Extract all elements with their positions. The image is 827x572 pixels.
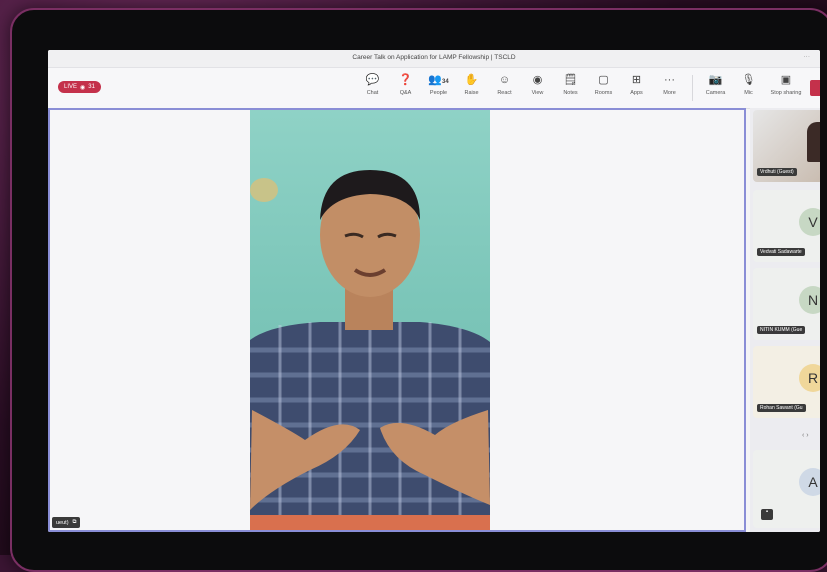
rooms-label: Rooms [594, 90, 613, 96]
participant-photo [807, 122, 820, 162]
live-label: LIVE [64, 84, 78, 90]
self-view-name: ueut) [56, 519, 69, 526]
participant-name: Rohan Sawant (Gu [757, 404, 806, 412]
more-button[interactable]: ··· More [653, 73, 686, 101]
raise-hand-icon: ✋ [464, 74, 479, 86]
qa-icon: ❓ [398, 74, 413, 86]
notes-button[interactable]: 🗒 Notes [554, 73, 587, 101]
avatar: V [799, 208, 820, 236]
toolbar-buttons: 💬 Chat ❓ Q&A 👥34 People ✋ Raise ☺ React … [356, 73, 807, 101]
participant-pager[interactable]: ‹ › [802, 432, 809, 439]
participant-name: Vrdhuti (Guest) [757, 168, 797, 176]
stop-sharing-button[interactable]: ▣ Stop sharing [765, 73, 807, 101]
stop-sharing-label: Stop sharing [770, 90, 802, 96]
title-bar: Career Talk on Application for LAMP Fell… [48, 50, 820, 68]
people-button[interactable]: 👥34 People [422, 73, 455, 101]
toolbar-divider [692, 75, 693, 101]
raise-label: Raise [464, 90, 479, 96]
mic-label: Mic [744, 90, 753, 96]
participant-name: NITIN KUMM (Gue [757, 326, 806, 334]
rooms-icon: ▢ [598, 74, 609, 86]
camera-icon: 📷 [708, 74, 723, 86]
eye-icon: ◉ [80, 84, 86, 91]
chat-button[interactable]: 💬 Chat [356, 73, 389, 101]
teams-window: Career Talk on Application for LAMP Fell… [48, 50, 820, 532]
camera-label: Camera [705, 90, 726, 96]
react-label: React [497, 90, 512, 96]
main-stage: ueut) ⧉ [48, 108, 746, 532]
laptop-frame: Career Talk on Application for LAMP Fell… [10, 8, 827, 572]
participant-name: Vedvati Sadawarte [757, 248, 805, 256]
window-title: Career Talk on Application for LAMP Fell… [352, 54, 516, 61]
participant-tile[interactable]: Vrdhuti (Guest) [753, 110, 820, 182]
leave-button[interactable] [810, 80, 820, 96]
chat-icon: 💬 [365, 74, 380, 86]
people-count: 34 [442, 79, 449, 85]
chat-label: Chat [366, 90, 379, 96]
participant-tile[interactable]: R Rohan Sawant (Gu [753, 346, 820, 418]
react-button[interactable]: ☺ React [488, 73, 521, 101]
view-label: View [531, 90, 544, 96]
avatar: N [799, 286, 820, 314]
apps-label: Apps [630, 90, 643, 96]
view-icon: ◉ [532, 74, 543, 86]
avatar: A [799, 468, 820, 496]
participant-tile[interactable]: A ▪ [753, 450, 820, 528]
avatar: R [799, 364, 820, 392]
qa-label: Q&A [399, 90, 412, 96]
react-icon: ☺ [498, 74, 511, 86]
raise-hand-button[interactable]: ✋ Raise [455, 73, 488, 101]
self-view-label: ueut) ⧉ [52, 517, 81, 528]
participant-tile[interactable]: V Vedvati Sadawarte [753, 190, 820, 262]
live-badge[interactable]: LIVE ◉ 31 [58, 81, 101, 93]
more-icon: ··· [664, 74, 675, 86]
notes-icon: 🗒 [563, 74, 578, 86]
more-label: More [663, 90, 676, 96]
share-icon[interactable]: ⧉ [73, 519, 77, 526]
speaker-video [250, 110, 490, 530]
viewer-count: 31 [88, 84, 95, 90]
camera-button[interactable]: 📷 Camera [699, 73, 732, 101]
meeting-toolbar: LIVE ◉ 31 💬 Chat ❓ Q&A 👥34 People ✋ Rais… [48, 68, 820, 109]
speaker-figure [250, 170, 490, 530]
participant-strip: Vrdhuti (Guest) V Vedvati Sadawarte N NI… [750, 108, 820, 532]
participant-tile[interactable]: N NITIN KUMM (Gue [753, 268, 820, 340]
qa-button[interactable]: ❓ Q&A [389, 73, 422, 101]
view-button[interactable]: ◉ View [521, 73, 554, 101]
people-icon: 👥 [428, 74, 442, 86]
apps-icon: ⊞ [631, 74, 642, 86]
stop-sharing-icon: ▣ [780, 74, 792, 86]
mic-button[interactable]: 🎙 Mic [732, 73, 765, 101]
people-label: People [429, 90, 448, 96]
mic-muted-icon: ▪ [761, 509, 773, 520]
rooms-button[interactable]: ▢ Rooms [587, 73, 620, 101]
mic-icon: 🎙 [741, 74, 756, 86]
notes-label: Notes [563, 90, 578, 96]
window-menu-icon[interactable]: ··· [804, 53, 811, 60]
apps-button[interactable]: ⊞ Apps [620, 73, 653, 101]
